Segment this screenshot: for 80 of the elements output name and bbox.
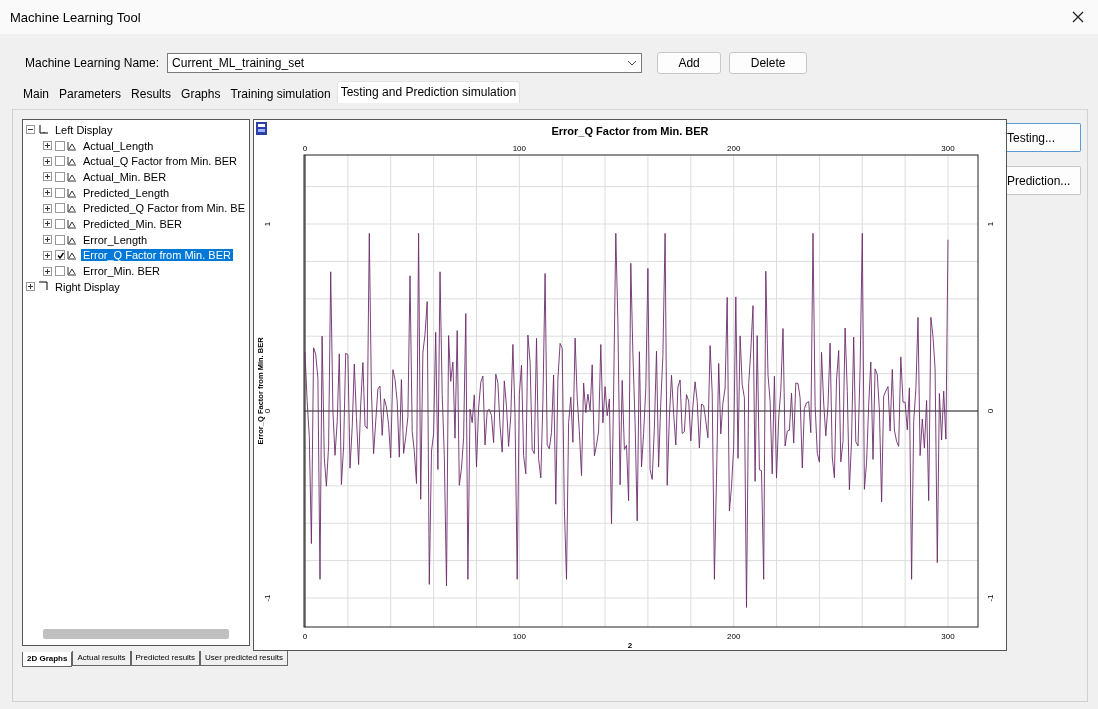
- checkbox[interactable]: [55, 234, 65, 245]
- checkbox[interactable]: [55, 203, 65, 214]
- action-button[interactable]: Add: [657, 52, 722, 74]
- graph-icon: [67, 234, 77, 245]
- tab[interactable]: Predicted results: [130, 651, 201, 666]
- expand-icon[interactable]: [43, 219, 52, 229]
- expand-icon[interactable]: [43, 188, 52, 198]
- tree-item[interactable]: Left Display: [53, 123, 115, 136]
- expand-icon[interactable]: [43, 203, 52, 213]
- axis-tick-label: 1: [263, 221, 272, 227]
- tree-item[interactable]: Actual_Min. BER: [81, 170, 169, 183]
- checkbox[interactable]: [55, 187, 65, 198]
- checkbox[interactable]: [55, 250, 65, 261]
- tree-item[interactable]: Predicted_Q Factor from Min. BE: [81, 202, 247, 215]
- axis-tick-label: 1: [986, 221, 995, 227]
- check-icon: [56, 251, 64, 259]
- expand-icon[interactable]: [43, 172, 52, 182]
- side-button[interactable]: Prediction...: [1007, 166, 1081, 195]
- graph-icon: [67, 140, 77, 151]
- tree-item[interactable]: Error_Q Factor from Min. BER: [81, 249, 233, 262]
- axis-tick-label: 200: [727, 632, 741, 641]
- axis-tick-label: -1: [986, 594, 995, 602]
- field-label: Machine Learning Name:: [25, 56, 160, 70]
- graph-icon: [67, 187, 77, 198]
- axis-tick-label: -1: [263, 594, 272, 602]
- collapse-icon[interactable]: [26, 125, 35, 135]
- expand-icon[interactable]: [43, 266, 52, 276]
- checkbox[interactable]: [55, 266, 65, 277]
- tree-item[interactable]: Right Display: [53, 280, 122, 293]
- checkbox[interactable]: [55, 218, 65, 229]
- tab[interactable]: Actual results: [72, 651, 131, 666]
- axis-icon: [38, 124, 50, 136]
- action-button[interactable]: Delete: [729, 52, 808, 74]
- tab[interactable]: User predicted results: [200, 651, 288, 666]
- side-button[interactable]: Testing...: [1007, 123, 1081, 152]
- graph-icon: [67, 218, 77, 229]
- close-icon[interactable]: [1072, 11, 1084, 23]
- scrollbar-thumb[interactable]: [43, 629, 229, 639]
- tab[interactable]: Testing and Prediction simulation: [336, 81, 521, 103]
- checkbox[interactable]: [55, 171, 65, 182]
- axis-icon: [38, 281, 50, 293]
- tree-item[interactable]: Actual_Q Factor from Min. BER: [81, 155, 240, 168]
- chevron-icon: [627, 60, 638, 66]
- tree-item[interactable]: Predicted_Min. BER: [81, 217, 185, 230]
- tab[interactable]: Graphs: [177, 83, 225, 105]
- axis-tick-label: 100: [512, 632, 526, 641]
- graph-icon: [67, 171, 77, 182]
- tree-item[interactable]: Error_Length: [81, 233, 150, 246]
- graph-icon: [67, 266, 77, 277]
- expand-icon[interactable]: [43, 235, 52, 245]
- tree-item[interactable]: Predicted_Length: [81, 186, 172, 199]
- axis-tick-label: 0: [302, 144, 308, 153]
- chart-title: Error_Q Factor from Min. BER: [551, 125, 709, 137]
- tab[interactable]: 2D Graphs: [22, 652, 73, 667]
- tab[interactable]: Main: [19, 83, 53, 105]
- axis-tick-label: 0: [986, 408, 995, 414]
- expand-icon[interactable]: [26, 282, 35, 292]
- checkbox[interactable]: [55, 140, 65, 151]
- expand-icon[interactable]: [43, 250, 52, 260]
- tree-item[interactable]: Error_Min. BER: [81, 265, 163, 278]
- tab[interactable]: Parameters: [55, 83, 126, 105]
- axis-tick-label: 300: [941, 632, 955, 641]
- name-dropdown[interactable]: Current_ML_training_set: [167, 53, 643, 73]
- axis-tick-label: 300: [941, 144, 955, 153]
- axis-label: 2: [627, 641, 633, 650]
- expand-icon[interactable]: [43, 141, 52, 151]
- axis-tick-label: 100: [512, 144, 526, 153]
- axis-tick-label: 0: [302, 632, 308, 641]
- tree-item[interactable]: Actual_Length: [81, 139, 156, 152]
- tab[interactable]: Results: [127, 83, 176, 105]
- expand-icon[interactable]: [43, 156, 52, 166]
- tab[interactable]: Training simulation: [226, 83, 335, 105]
- graph-icon: [67, 156, 77, 167]
- chart-icon[interactable]: [256, 122, 267, 135]
- window-title: Machine Learning Tool: [10, 9, 141, 25]
- axis-tick-label: 0: [263, 408, 272, 414]
- checkbox[interactable]: [55, 156, 65, 167]
- axis-tick-label: 200: [727, 144, 741, 153]
- graph-icon: [67, 203, 77, 214]
- graph-icon: [67, 250, 77, 261]
